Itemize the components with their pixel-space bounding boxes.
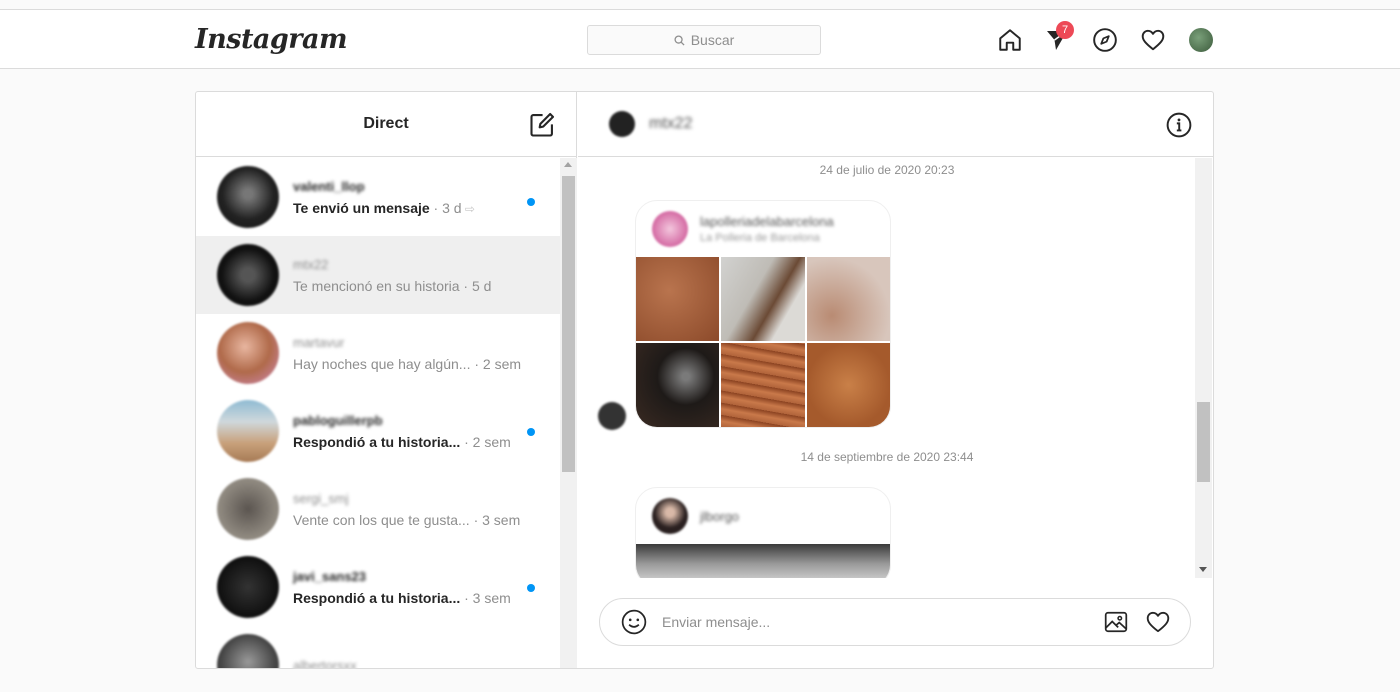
- conversation-preview: Te mencionó en su historia: [293, 277, 460, 294]
- post-image: [636, 257, 720, 341]
- conversation-item[interactable]: martavur Hay noches que hay algún... · 2…: [196, 314, 560, 392]
- avatar: [652, 498, 688, 534]
- conversation-username: pabloguillerpb: [293, 412, 383, 428]
- conversation-preview: Vente con los que te gusta...: [293, 511, 470, 528]
- unread-dot: [527, 584, 535, 592]
- conversation-username: valenti_llop: [293, 178, 365, 194]
- avatar: [217, 478, 279, 540]
- conversation-time: · 3 sem: [469, 511, 521, 528]
- direct-container: Direct valenti_llop Te envió un mensaje …: [195, 91, 1214, 669]
- conversation-time: · 5 d: [459, 277, 492, 294]
- avatar[interactable]: [609, 111, 635, 137]
- conversation-preview: Respondió a tu historia...: [293, 433, 461, 450]
- conversation-username: javi_sans23: [293, 568, 367, 584]
- direct-icon[interactable]: 7: [1043, 21, 1074, 54]
- new-message-icon[interactable]: [528, 111, 556, 139]
- conversation-username: albertorsxx: [293, 657, 357, 669]
- conversation-username: mtx22: [293, 256, 329, 272]
- scroll-down-arrow[interactable]: [1199, 567, 1207, 572]
- profile-avatar[interactable]: [1187, 26, 1215, 54]
- avatar: [217, 166, 279, 228]
- avatar: [217, 322, 279, 384]
- conversation-username: sergi_smj: [293, 490, 349, 506]
- post-username: jlborgo: [700, 508, 740, 524]
- post-image: [721, 343, 805, 427]
- inbox-header: Direct: [196, 92, 576, 157]
- home-icon[interactable]: [996, 26, 1024, 54]
- post-image: [721, 257, 805, 341]
- conversation-list[interactable]: valenti_llop Te envió un mensaje · 3 d ⇨…: [196, 158, 560, 668]
- inbox-scrollbar[interactable]: [560, 158, 577, 668]
- conversation-item[interactable]: albertorsxx: [196, 626, 560, 668]
- heart-icon[interactable]: [1144, 608, 1172, 636]
- chat-username[interactable]: mtx22: [649, 115, 693, 133]
- avatar: [1189, 28, 1213, 52]
- avatar: [217, 244, 279, 306]
- instagram-logo[interactable]: Instagram: [195, 24, 348, 55]
- conversation-item[interactable]: sergi_smj Vente con los que te gusta... …: [196, 470, 560, 548]
- message-date: 14 de septiembre de 2020 23:44: [800, 450, 974, 464]
- conversation-item[interactable]: javi_sans23 Respondió a tu historia... ·…: [196, 548, 560, 626]
- conversation-time: · 2 sem: [460, 433, 511, 450]
- conversation-preview: Respondió a tu historia...: [293, 589, 461, 606]
- shared-post-card[interactable]: lapolleriadelabarcelona La Polleria de B…: [635, 200, 891, 428]
- avatar: [217, 400, 279, 462]
- conversation-username: martavur: [293, 334, 345, 350]
- message-thread[interactable]: 24 de julio de 2020 20:23 lapolleriadela…: [578, 158, 1196, 578]
- top-navbar: Instagram Buscar 7: [0, 9, 1400, 69]
- post-image: [636, 343, 720, 427]
- notification-badge: 7: [1056, 21, 1074, 39]
- message-composer: [599, 598, 1191, 646]
- scrollbar-thumb[interactable]: [1197, 402, 1210, 482]
- avatar: [217, 634, 279, 668]
- post-username: lapolleriadelabarcelona: [700, 214, 834, 229]
- chat-header: mtx22: [578, 92, 1213, 157]
- conversation-time: · 3 sem: [460, 589, 511, 606]
- conversation-item[interactable]: pabloguillerpb Respondió a tu historia..…: [196, 392, 560, 470]
- search-placeholder: Buscar: [690, 32, 735, 48]
- conversation-item[interactable]: valenti_llop Te envió un mensaje · 3 d ⇨: [196, 158, 560, 236]
- search-box[interactable]: Buscar: [587, 25, 821, 55]
- heart-icon[interactable]: [1139, 26, 1167, 54]
- post-subtitle: La Polleria de Barcelona: [700, 232, 820, 244]
- message-input[interactable]: [662, 614, 1102, 630]
- avatar: [652, 211, 688, 247]
- thread-scrollbar[interactable]: [1195, 158, 1212, 578]
- conversation-time: · 3 d: [429, 199, 462, 216]
- explore-icon[interactable]: [1091, 26, 1119, 54]
- image-icon[interactable]: [1102, 608, 1130, 636]
- info-icon[interactable]: [1166, 112, 1192, 138]
- conversation-time: · 2 sem: [470, 355, 522, 372]
- scroll-up-arrow[interactable]: [564, 162, 572, 167]
- inbox-title: Direct: [363, 115, 409, 132]
- conversation-preview: Hay noches que hay algún...: [293, 355, 471, 372]
- shared-post-card[interactable]: jlborgo: [635, 487, 891, 578]
- scrollbar-thumb[interactable]: [562, 176, 575, 472]
- post-image: [806, 257, 890, 341]
- conversation-item[interactable]: mtx22 Te mencionó en su historia · 5 d: [196, 236, 560, 314]
- sender-avatar: [598, 402, 626, 430]
- muted-icon: ⇨: [461, 201, 475, 216]
- avatar: [217, 556, 279, 618]
- message-date: 24 de julio de 2020 20:23: [819, 163, 955, 177]
- post-image: [636, 544, 890, 578]
- emoji-icon[interactable]: [620, 608, 648, 636]
- post-image-grid: [636, 257, 890, 427]
- chat-pane: mtx22 24 de julio de 2020 20:23 lapoller…: [578, 92, 1213, 668]
- search-icon: [674, 34, 685, 46]
- conversation-preview: Te envió un mensaje: [293, 199, 430, 216]
- unread-dot: [527, 198, 535, 206]
- unread-dot: [527, 428, 535, 436]
- post-image: [806, 343, 890, 427]
- inbox-pane: Direct valenti_llop Te envió un mensaje …: [196, 92, 577, 668]
